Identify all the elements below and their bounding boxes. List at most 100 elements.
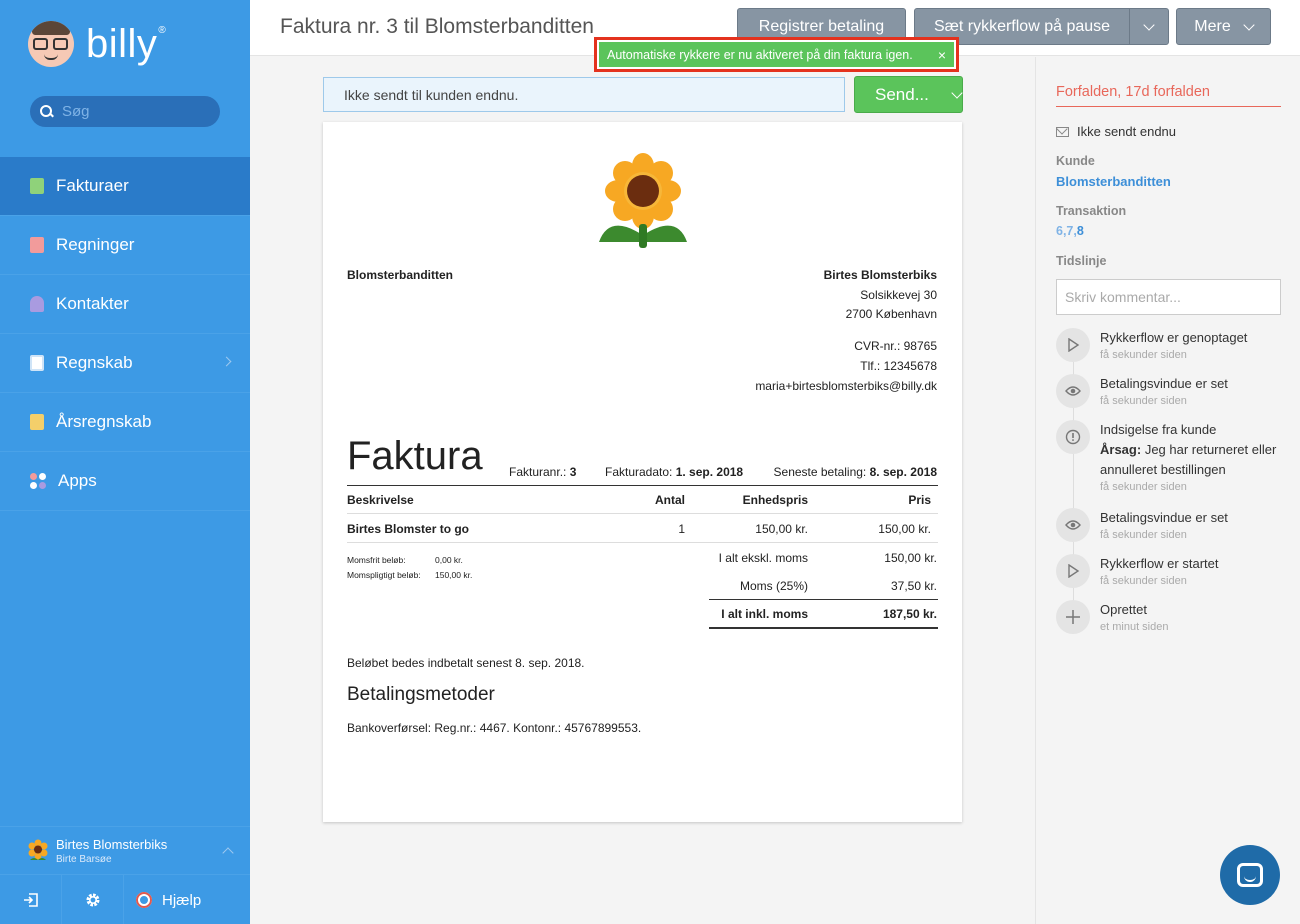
sidebar-nav: Fakturaer Regninger Kontakter Regnskab Å… — [0, 157, 250, 511]
support-chat-button[interactable] — [1220, 845, 1280, 905]
column-header-quantity: Antal — [655, 493, 685, 507]
payment-note: Beløbet bedes indbetalt senest 8. sep. 2… — [347, 656, 585, 670]
timeline-time: et minut siden — [1100, 621, 1169, 633]
close-icon[interactable]: × — [938, 47, 946, 63]
timeline-label: Tidslinje — [1056, 254, 1107, 268]
envelope-icon — [1056, 126, 1069, 137]
invoice-document: Blomsterbanditten Birtes Blomsterbiks So… — [323, 122, 962, 822]
column-header-description: Beskrivelse — [347, 493, 414, 507]
eye-icon — [1056, 374, 1090, 408]
sent-status: Ikke sendt endnu — [1056, 124, 1176, 139]
line-description: Birtes Blomster to go — [347, 522, 470, 536]
timeline-title: Oprettet — [1100, 602, 1147, 617]
sidebar-item-regnskab[interactable]: Regnskab — [0, 334, 250, 393]
billy-mascot-icon — [28, 21, 74, 67]
sidebar-item-regninger[interactable]: Regninger — [0, 216, 250, 275]
invoice-number: Fakturanr.: 3 — [509, 465, 577, 479]
sidebar-item-label: Kontakter — [56, 294, 129, 313]
payment-methods-title: Betalingsmetoder — [347, 684, 495, 705]
divider — [347, 542, 938, 543]
sidebar: billy ® Fakturaer Regninger Kontakter Re… — [0, 0, 250, 924]
subtotal-value: 150,00 kr. — [884, 551, 937, 565]
chevron-down-icon — [1143, 18, 1155, 31]
organization-name: Birtes Blomsterbiks — [56, 836, 168, 852]
divider — [709, 627, 938, 629]
search-input[interactable] — [62, 103, 212, 120]
sender-street: Solsikkevej 30 — [860, 288, 937, 302]
pause-flow-label: Sæt rykkerflow på pause — [933, 17, 1111, 35]
bill-icon — [30, 237, 44, 253]
line-price: 150,00 kr. — [878, 522, 931, 536]
register-payment-label: Registrer betaling — [758, 17, 885, 35]
sender-phone: Tlf.: 12345678 — [860, 359, 937, 373]
sidebar-item-kontakter[interactable]: Kontakter — [0, 275, 250, 334]
send-status-bar: Ikke sendt til kunden endnu. — [323, 77, 845, 112]
more-label: Mere — [1194, 17, 1231, 35]
taxable-amount: 150,00 kr. — [435, 570, 473, 580]
search-box[interactable] — [30, 96, 220, 127]
comment-input[interactable] — [1056, 279, 1281, 315]
customer-name: Blomsterbanditten — [347, 268, 454, 282]
help-button[interactable]: Hjælp — [124, 875, 250, 924]
line-quantity: 1 — [678, 522, 685, 536]
sidebar-item-apps[interactable]: Apps — [0, 452, 250, 511]
tax-free-amount: 0,00 kr. — [435, 555, 463, 565]
success-toast: Automatiske rykkere er nu aktiveret på d… — [594, 37, 959, 72]
logo-registered-mark: ® — [158, 24, 166, 36]
sender-email: maria+birtesblomsterbiks@billy.dk — [755, 379, 937, 393]
send-status-text: Ikke sendt til kunden endnu. — [344, 86, 519, 103]
organization-switcher[interactable]: Birtes Blomsterbiks Birte Barsøe — [0, 826, 250, 874]
sender-cvr: CVR-nr.: 98765 — [854, 339, 937, 353]
sent-status-text: Ikke sendt endnu — [1077, 124, 1177, 139]
total-value: 187,50 kr. — [882, 607, 937, 621]
search-icon — [40, 104, 54, 119]
user-name: Birte Barsøe — [56, 853, 112, 865]
chat-icon — [1237, 863, 1263, 887]
column-header-price: Pris — [908, 493, 931, 507]
transaction-label: Transaktion — [1056, 204, 1127, 218]
alert-icon — [1056, 420, 1090, 454]
customer-link[interactable]: Blomsterbanditten — [1056, 174, 1171, 189]
invoice-due-date: Seneste betaling: 8. sep. 2018 — [773, 465, 937, 479]
sender-city: 2700 København — [845, 307, 937, 321]
sender-name: Birtes Blomsterbiks — [823, 268, 937, 282]
timeline-time: få sekunder siden — [1100, 395, 1187, 407]
sidebar-item-fakturaer[interactable]: Fakturaer — [0, 157, 250, 216]
billy-logo[interactable]: billy ® — [28, 18, 166, 70]
transaction-values: 6,7,8 — [1056, 224, 1084, 238]
toast-message: Automatiske rykkere er nu aktiveret på d… — [607, 47, 913, 62]
timeline-time: få sekunder siden — [1100, 481, 1187, 493]
timeline-time: få sekunder siden — [1100, 575, 1187, 587]
transaction-link[interactable]: 8 — [1077, 224, 1084, 238]
timeline-reason: Årsag: Jeg har returneret eller annuller… — [1100, 442, 1277, 477]
invoice-icon — [30, 178, 44, 194]
vat-value: 37,50 kr. — [890, 579, 937, 593]
gear-icon — [86, 893, 99, 907]
sidebar-item-label: Regninger — [56, 235, 135, 254]
ledger-icon — [30, 355, 44, 371]
chevron-down-icon — [1243, 18, 1255, 31]
timeline-time: få sekunder siden — [1100, 349, 1187, 361]
total-label: I alt inkl. moms — [721, 607, 808, 621]
timeline-time: få sekunder siden — [1100, 529, 1187, 541]
settings-button[interactable] — [62, 875, 124, 924]
taxable-amount-label: Momspligtigt beløb: — [347, 570, 421, 580]
chevron-down-icon — [951, 86, 963, 99]
logout-button[interactable] — [0, 875, 62, 924]
sunflower-logo-icon — [599, 153, 687, 248]
invoice-title: Faktura — [347, 434, 483, 478]
invoice-date: Fakturadato: 1. sep. 2018 — [605, 465, 744, 479]
timeline-title: Rykkerflow er startet — [1100, 556, 1219, 571]
play-icon — [1056, 328, 1090, 362]
logo-text: billy — [86, 21, 158, 66]
sidebar-item-arsregnskab[interactable]: Årsregnskab — [0, 393, 250, 452]
divider — [347, 485, 938, 486]
help-label: Hjælp — [162, 891, 202, 909]
play-icon — [1056, 554, 1090, 588]
pause-flow-dropdown-button[interactable] — [1129, 8, 1169, 45]
lifebuoy-icon — [136, 892, 152, 908]
send-button[interactable]: Send... — [854, 76, 963, 113]
divider — [347, 513, 938, 514]
more-button[interactable]: Mere — [1176, 8, 1271, 45]
contact-icon — [30, 296, 44, 312]
